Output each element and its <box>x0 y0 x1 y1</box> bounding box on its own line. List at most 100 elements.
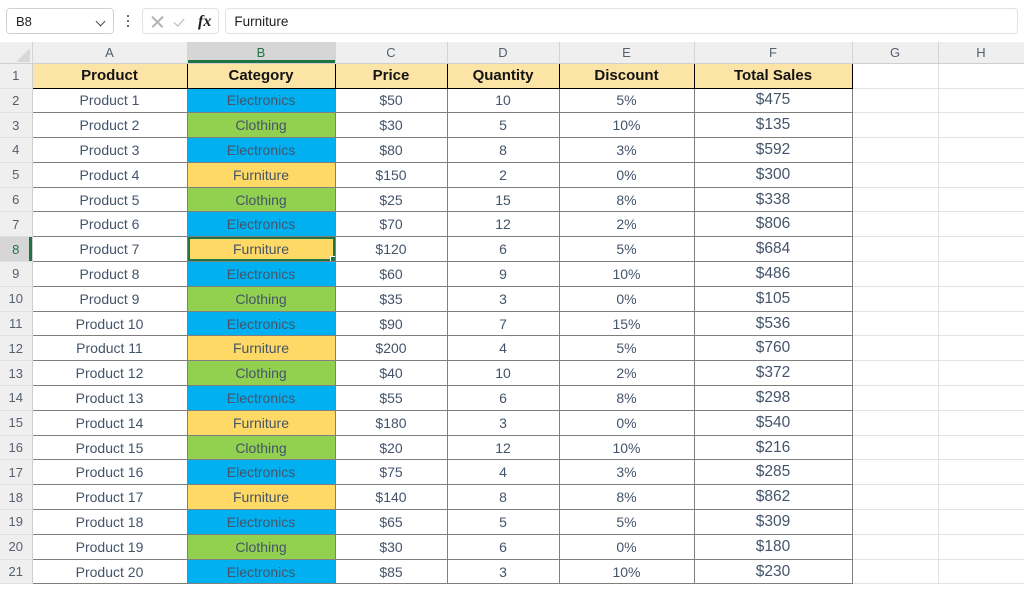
cell-discount[interactable]: 0% <box>558 533 695 560</box>
cell-product[interactable]: Product 19 <box>31 533 188 560</box>
cell-total-sales[interactable]: $285 <box>693 459 853 486</box>
empty-cell[interactable] <box>852 112 939 139</box>
empty-cell[interactable] <box>852 534 939 560</box>
cell-total-sales[interactable]: $216 <box>693 434 853 461</box>
cell-category[interactable]: Electronics <box>186 310 336 337</box>
row-header-18[interactable]: 18 <box>0 484 33 511</box>
column-title-discount[interactable]: Discount <box>558 62 695 89</box>
empty-cell[interactable] <box>938 509 1024 535</box>
cell-quantity[interactable]: 3 <box>446 558 560 585</box>
cell-quantity[interactable]: 6 <box>446 533 560 560</box>
cell-product[interactable]: Product 10 <box>31 310 188 337</box>
cell-price[interactable]: $120 <box>334 236 448 263</box>
row-header-9[interactable]: 9 <box>0 261 33 287</box>
cell-product[interactable]: Product 7 <box>31 236 188 263</box>
cell-price[interactable]: $65 <box>334 509 448 535</box>
empty-cell[interactable] <box>852 311 939 337</box>
cell-total-sales[interactable]: $475 <box>693 87 853 114</box>
column-title-category[interactable]: Category <box>186 62 336 89</box>
row-header-3[interactable]: 3 <box>0 112 33 139</box>
cell-quantity[interactable]: 6 <box>446 385 560 411</box>
cell-category[interactable]: Clothing <box>186 112 336 139</box>
cell-quantity[interactable]: 4 <box>446 459 560 486</box>
cell-total-sales[interactable]: $298 <box>693 385 853 411</box>
cell-quantity[interactable]: 12 <box>446 211 560 238</box>
cell-product[interactable]: Product 8 <box>31 261 188 287</box>
cell-discount[interactable]: 0% <box>558 285 695 312</box>
empty-cell[interactable] <box>938 261 1024 287</box>
cell-quantity[interactable]: 9 <box>446 261 560 287</box>
cell-price[interactable]: $35 <box>334 285 448 312</box>
cell-quantity[interactable]: 4 <box>446 335 560 362</box>
confirm-check-icon[interactable] <box>174 14 189 29</box>
cell-total-sales[interactable]: $309 <box>693 509 853 535</box>
cell-quantity[interactable]: 3 <box>446 409 560 436</box>
cell-category[interactable]: Electronics <box>186 509 336 535</box>
empty-cell[interactable] <box>938 137 1024 163</box>
cell-category[interactable]: Electronics <box>186 137 336 163</box>
row-header-10[interactable]: 10 <box>0 286 33 312</box>
column-header-f[interactable]: F <box>694 42 853 64</box>
cell-product[interactable]: Product 14 <box>31 409 188 436</box>
cell-product[interactable]: Product 12 <box>31 360 188 387</box>
more-options-icon[interactable] <box>120 8 136 34</box>
cell-total-sales[interactable]: $105 <box>693 285 853 312</box>
cell-product[interactable]: Product 9 <box>31 285 188 312</box>
cell-price[interactable]: $180 <box>334 409 448 436</box>
row-header-19[interactable]: 19 <box>0 509 33 535</box>
cell-discount[interactable]: 3% <box>558 137 695 163</box>
cell-category[interactable]: Furniture <box>186 236 336 263</box>
row-header-16[interactable]: 16 <box>0 435 33 461</box>
cell-discount[interactable]: 5% <box>558 335 695 362</box>
cell-product[interactable]: Product 4 <box>31 161 188 188</box>
cell-product[interactable]: Product 1 <box>31 87 188 114</box>
cell-category[interactable]: Electronics <box>186 459 336 486</box>
empty-cell[interactable] <box>852 236 939 263</box>
empty-cell[interactable] <box>938 112 1024 139</box>
cell-price[interactable]: $30 <box>334 112 448 139</box>
row-header-13[interactable]: 13 <box>0 360 33 387</box>
row-header-15[interactable]: 15 <box>0 410 33 436</box>
formula-input[interactable]: Furniture <box>225 8 1018 34</box>
empty-cell[interactable] <box>852 484 939 511</box>
cell-product[interactable]: Product 18 <box>31 509 188 535</box>
cell-product[interactable]: Product 15 <box>31 434 188 461</box>
cell-category[interactable]: Clothing <box>186 533 336 560</box>
cell-total-sales[interactable]: $806 <box>693 211 853 238</box>
cell-category[interactable]: Furniture <box>186 484 336 511</box>
empty-cell[interactable] <box>938 211 1024 238</box>
cell-discount[interactable]: 0% <box>558 409 695 436</box>
empty-cell[interactable] <box>852 509 939 535</box>
cell-price[interactable]: $25 <box>334 186 448 213</box>
cell-quantity[interactable]: 5 <box>446 112 560 139</box>
empty-cell[interactable] <box>938 360 1024 387</box>
row-header-8[interactable]: 8 <box>0 236 33 263</box>
cell-total-sales[interactable]: $372 <box>693 360 853 387</box>
empty-cell[interactable] <box>938 559 1024 585</box>
cell-discount[interactable]: 0% <box>558 161 695 188</box>
cell-category[interactable]: Electronics <box>186 211 336 238</box>
empty-cell[interactable] <box>938 484 1024 511</box>
cell-category[interactable]: Furniture <box>186 161 336 188</box>
column-header-a[interactable]: A <box>32 42 188 64</box>
column-header-d[interactable]: D <box>447 42 560 64</box>
row-header-17[interactable]: 17 <box>0 459 33 486</box>
cell-discount[interactable]: 15% <box>558 310 695 337</box>
cell-discount[interactable]: 3% <box>558 459 695 486</box>
cell-product[interactable]: Product 5 <box>31 186 188 213</box>
empty-cell[interactable] <box>938 385 1024 411</box>
row-header-5[interactable]: 5 <box>0 162 33 188</box>
row-header-2[interactable]: 2 <box>0 88 33 114</box>
column-title-price[interactable]: Price <box>334 62 448 89</box>
cell-category[interactable]: Electronics <box>186 385 336 411</box>
cell-price[interactable]: $55 <box>334 385 448 411</box>
cell-price[interactable]: $50 <box>334 87 448 114</box>
cell-total-sales[interactable]: $486 <box>693 261 853 287</box>
cell-quantity[interactable]: 10 <box>446 360 560 387</box>
cell-price[interactable]: $60 <box>334 261 448 287</box>
cell-price[interactable]: $90 <box>334 310 448 337</box>
empty-cell[interactable] <box>852 335 939 362</box>
row-header-6[interactable]: 6 <box>0 187 33 213</box>
column-title-total-sales[interactable]: Total Sales <box>693 62 853 89</box>
cell-discount[interactable]: 10% <box>558 434 695 461</box>
